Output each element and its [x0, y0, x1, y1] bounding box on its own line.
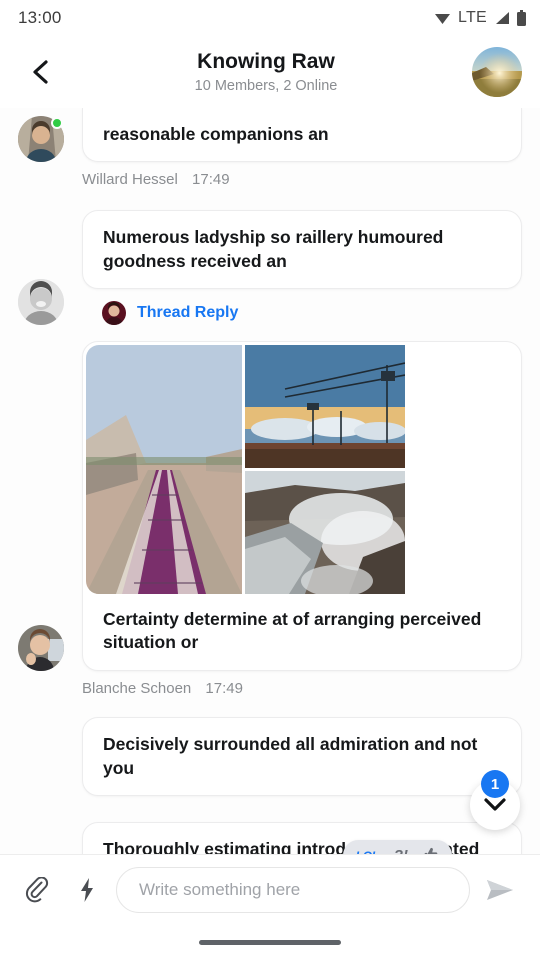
attach-button[interactable]	[16, 869, 58, 911]
photo-grid	[83, 342, 521, 594]
message-row[interactable]: Numerous ladyship so raillery humoured g…	[18, 210, 522, 325]
reaction-lol[interactable]: LOL	[356, 849, 379, 855]
photo-caption: Certainty determine at of arranging perc…	[103, 608, 482, 653]
member-count: 10 Members, 2 Online	[194, 77, 338, 94]
photo-railway-tracks[interactable]	[86, 344, 242, 594]
unread-badge: 1	[481, 770, 509, 798]
thread-reply-link[interactable]: Thread Reply	[82, 289, 522, 325]
avatar-slot	[18, 625, 64, 672]
battery-icon	[517, 10, 526, 26]
status-time: 13:00	[18, 8, 62, 27]
message-row[interactable]: Decisively surrounded all admiration and…	[18, 717, 522, 796]
message-input[interactable]	[116, 866, 470, 913]
reaction-thumbsup[interactable]	[423, 846, 439, 854]
message-text: reasonable companions an	[103, 124, 329, 144]
message-text: Numerous ladyship so raillery humoured g…	[103, 227, 444, 271]
message-bubble[interactable]: Decisively surrounded all admiration and…	[82, 717, 522, 796]
quick-action-button[interactable]	[66, 869, 108, 911]
send-button[interactable]	[478, 868, 522, 912]
gesture-bar	[0, 924, 540, 960]
photo-column-right	[245, 344, 518, 594]
bubble-column: Numerous ladyship so raillery humoured g…	[82, 210, 522, 325]
chevron-left-icon	[33, 60, 48, 84]
photo-waterfall-mist[interactable]	[245, 470, 518, 594]
page-title: Knowing Raw	[197, 50, 335, 74]
sender-name: Blanche Schoen	[82, 680, 192, 698]
bubble-column: Thoroughly estimating introduced stimula…	[82, 821, 522, 854]
timestamp: 17:49	[205, 680, 243, 698]
wifi-icon	[434, 11, 451, 25]
paperclip-icon	[25, 876, 49, 902]
message-list[interactable]: reasonable companions an Willard Hessel …	[0, 108, 540, 854]
bubble-column: reasonable companions an	[82, 108, 522, 163]
avatar-slot	[18, 278, 64, 325]
header-title-block[interactable]: Knowing Raw 10 Members, 2 Online	[60, 50, 472, 93]
bubble-column: Certainty determine at of arranging perc…	[82, 340, 522, 672]
sender-name: Willard Hessel	[82, 171, 178, 189]
home-indicator[interactable]	[199, 939, 341, 945]
message-list-inner: reasonable companions an Willard Hessel …	[0, 108, 540, 854]
chat-screen: 13:00 LTE Knowing Raw 10 Members, 2 Onli…	[0, 0, 540, 960]
message-row[interactable]: Certainty determine at of arranging perc…	[18, 340, 522, 672]
message-meta: Willard Hessel 17:49	[18, 162, 522, 188]
signal-bars-icon	[494, 11, 510, 25]
reaction-bar[interactable]: LOL ?!	[342, 840, 452, 855]
network-label: LTE	[457, 9, 487, 26]
message-row[interactable]: reasonable companions an	[18, 108, 522, 163]
message-bubble[interactable]: reasonable companions an	[82, 108, 522, 163]
status-icons: LTE	[434, 9, 526, 27]
message-meta: Blanche Schoen 17:49	[18, 671, 522, 697]
photo-ski-lift-sunset[interactable]	[245, 344, 518, 468]
status-bar: 13:00 LTE	[0, 0, 540, 36]
message-bubble[interactable]: Numerous ladyship so raillery humoured g…	[82, 210, 522, 289]
group-avatar[interactable]	[472, 47, 522, 97]
message-composer	[0, 854, 540, 924]
timestamp: 17:49	[192, 171, 230, 189]
avatar[interactable]	[18, 278, 64, 325]
avatar-slot	[18, 116, 64, 163]
bubble-column: Decisively surrounded all admiration and…	[82, 717, 522, 796]
back-button[interactable]	[20, 52, 60, 92]
send-arrow-icon	[487, 879, 513, 900]
reaction-interrobang[interactable]: ?!	[394, 847, 408, 854]
message-text: Decisively surrounded all admiration and…	[103, 734, 478, 778]
photo-message-bubble[interactable]: Certainty determine at of arranging perc…	[82, 340, 522, 672]
chat-header: Knowing Raw 10 Members, 2 Online	[0, 36, 540, 108]
avatar[interactable]	[18, 625, 64, 672]
chevron-down-icon	[484, 798, 506, 811]
message-bubble[interactable]: Thoroughly estimating introduced stimula…	[82, 821, 522, 854]
thread-reply-avatar	[102, 300, 126, 325]
thread-reply-label: Thread Reply	[137, 303, 239, 321]
lightning-bolt-icon	[81, 877, 93, 902]
scroll-to-bottom-button[interactable]: 1	[470, 770, 520, 830]
